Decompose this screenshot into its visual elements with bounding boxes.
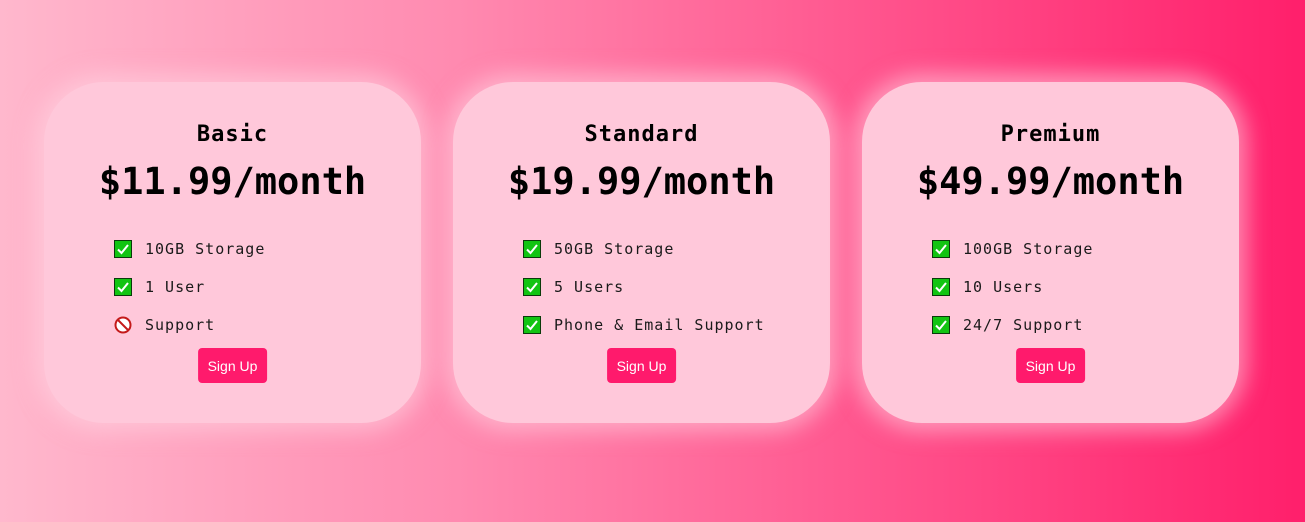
plan-price: $49.99/month [916,160,1185,203]
feature-item: 100GB Storage [932,230,1093,268]
feature-text: 10GB Storage [145,240,266,258]
feature-list: 50GB Storage 5 Users Phone & Email Suppo… [523,230,765,344]
checkmark-icon [523,240,541,258]
checkmark-icon [932,316,950,334]
feature-item: 50GB Storage [523,230,765,268]
checkmark-icon [114,278,132,296]
feature-list: 100GB Storage 10 Users 24/7 Support [932,230,1093,344]
plan-title: Premium [1000,122,1101,147]
feature-text: Phone & Email Support [554,316,765,334]
plan-title: Basic [196,122,269,147]
plan-price: $11.99/month [98,160,367,203]
plan-card-premium: Premium $49.99/month 100GB Storage 10 Us… [862,82,1239,423]
feature-item: 10GB Storage [114,230,265,268]
feature-text: 100GB Storage [963,240,1094,258]
feature-item: Phone & Email Support [523,306,765,344]
plan-title: Standard [584,122,699,147]
feature-item: 24/7 Support [932,306,1093,344]
sign-up-button[interactable]: Sign Up [1015,348,1086,383]
checkmark-icon [114,240,132,258]
sign-up-button[interactable]: Sign Up [197,348,268,383]
plan-card-standard: Standard $19.99/month 50GB Storage 5 Use… [453,82,830,423]
feature-item: Support [114,306,265,344]
plan-price: $19.99/month [507,160,776,203]
pricing-cards: Basic $11.99/month 10GB Storage 1 User S… [44,82,1239,423]
feature-item: 10 Users [932,268,1093,306]
plan-card-basic: Basic $11.99/month 10GB Storage 1 User S… [44,82,421,423]
prohibited-icon [114,316,132,334]
feature-text: 50GB Storage [554,240,675,258]
feature-text: 1 User [145,278,206,296]
feature-text: 5 Users [554,278,625,296]
checkmark-icon [523,316,541,334]
feature-text: Support [145,316,216,334]
feature-text: 24/7 Support [963,316,1084,334]
feature-text: 10 Users [963,278,1044,296]
feature-item: 5 Users [523,268,765,306]
feature-list: 10GB Storage 1 User Support [114,230,265,344]
feature-item: 1 User [114,268,265,306]
checkmark-icon [523,278,541,296]
checkmark-icon [932,278,950,296]
checkmark-icon [932,240,950,258]
sign-up-button[interactable]: Sign Up [606,348,677,383]
